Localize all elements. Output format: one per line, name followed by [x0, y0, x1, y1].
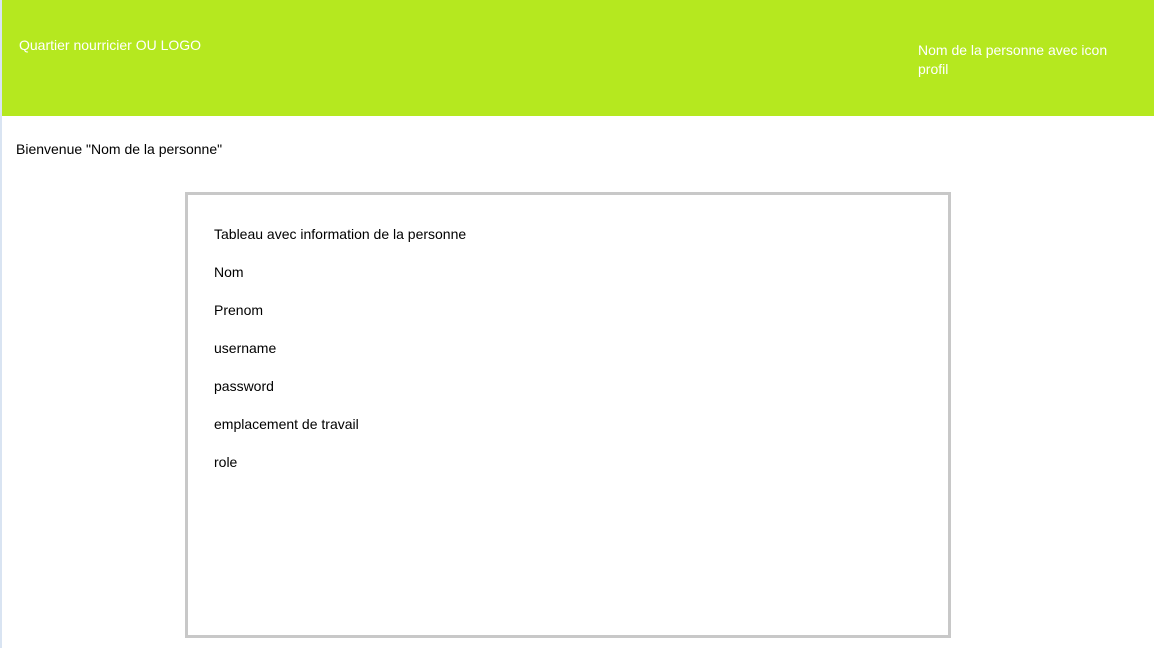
- field-role: role: [214, 454, 238, 470]
- logo[interactable]: Quartier nourricier OU LOGO: [19, 37, 201, 53]
- person-info-panel: Tableau avec information de la personne …: [185, 192, 951, 638]
- welcome-message: Bienvenue "Nom de la personne": [16, 141, 223, 157]
- field-password: password: [214, 378, 274, 394]
- person-info-fields: Nom Prenom username password emplacement…: [214, 264, 359, 492]
- field-prenom: Prenom: [214, 302, 264, 318]
- page: Quartier nourricier OU LOGO Nom de la pe…: [0, 0, 1154, 648]
- field-emplacement-de-travail: emplacement de travail: [214, 416, 359, 432]
- field-username: username: [214, 340, 277, 356]
- header-bar: Quartier nourricier OU LOGO Nom de la pe…: [2, 0, 1154, 116]
- profile-menu[interactable]: Nom de la personne avec icon profil: [918, 41, 1128, 79]
- field-nom: Nom: [214, 264, 244, 280]
- panel-title: Tableau avec information de la personne: [214, 226, 467, 242]
